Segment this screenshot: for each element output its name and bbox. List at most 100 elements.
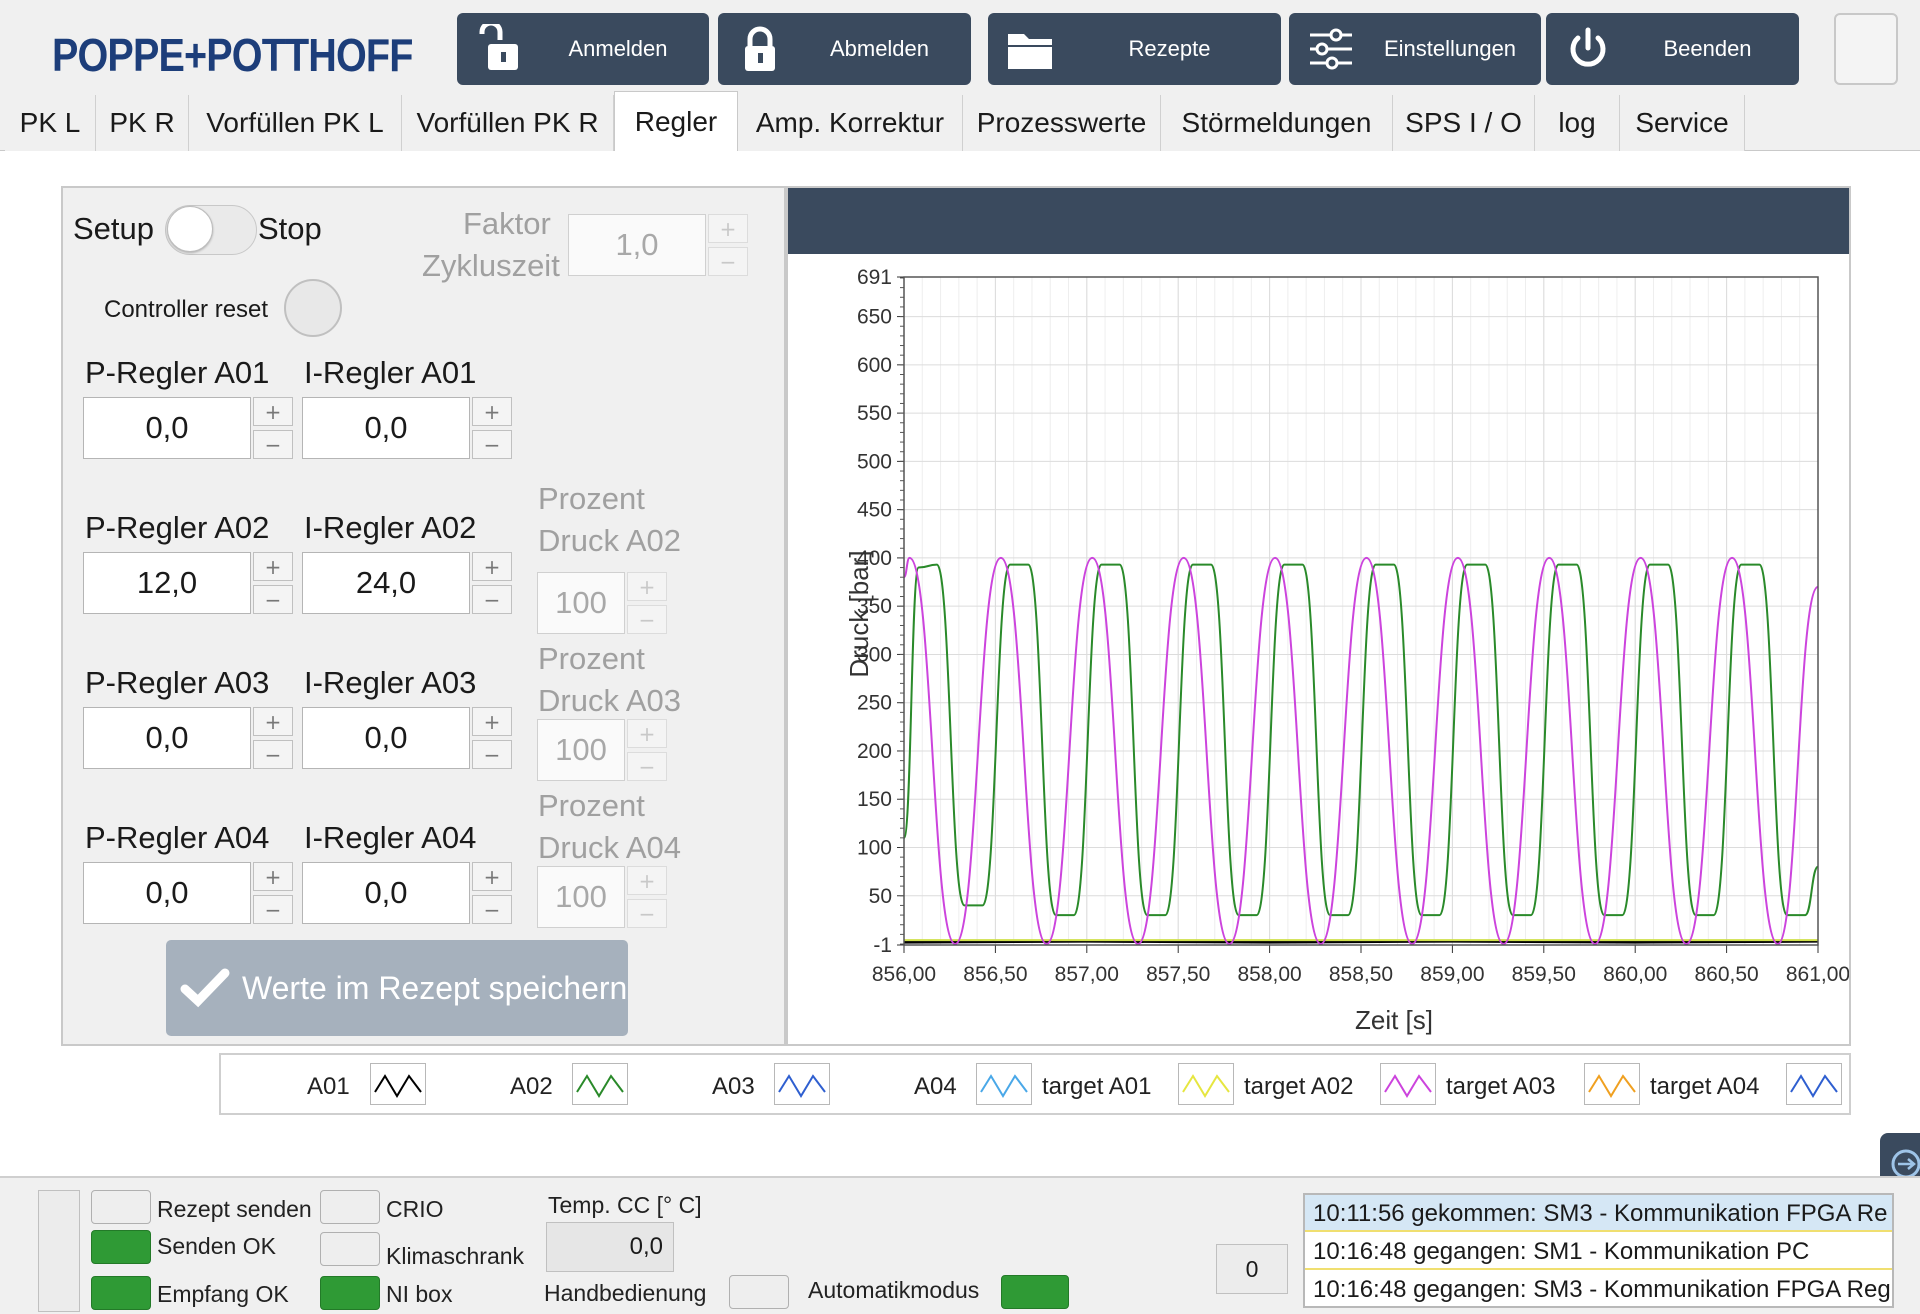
x-tick-label: 856,50 [963,963,1027,986]
controller-reset-label: Controller reset [104,296,269,323]
prozent-druck-a02-stepper[interactable]: 100 + − [537,572,667,634]
legend-swatch-target-a04[interactable] [1786,1063,1842,1105]
minus-icon[interactable]: − [472,430,512,459]
minus-icon[interactable]: − [472,895,512,924]
handbedienung-led[interactable] [729,1275,789,1309]
p-regler-a04-value[interactable]: 0,0 [83,862,251,924]
rezepte-button[interactable]: Rezepte [988,13,1281,85]
series-a01-line [903,939,1819,944]
minus-icon[interactable]: − [472,740,512,769]
plus-icon[interactable]: + [472,707,512,736]
plus-icon[interactable]: + [627,572,667,601]
controller-reset-button[interactable] [284,279,342,337]
plus-icon[interactable]: + [253,552,293,581]
legend-swatch-a01[interactable] [370,1063,426,1105]
y-tick-label: 200 [857,740,892,763]
i-regler-a03-spin: + − [472,707,512,769]
p-regler-a02-stepper[interactable]: 12,0 + − [83,552,293,614]
status-scroll-handle[interactable] [38,1190,80,1312]
legend-swatch-target-a03[interactable] [1584,1063,1640,1105]
p-regler-a04-stepper[interactable]: 0,0 + − [83,862,293,924]
message-item[interactable]: 10:16:48 gegangen: SM3 - Kommunikation F… [1305,1271,1892,1306]
tab-regler[interactable]: Regler [614,91,738,152]
p-regler-a02-value[interactable]: 12,0 [83,552,251,614]
tab-log[interactable]: log [1535,95,1620,151]
prozent-druck-a02-value[interactable]: 100 [537,572,625,634]
crio-label: CRIO [386,1196,444,1222]
plus-icon[interactable]: + [627,866,667,895]
faktor-zykluszeit-value[interactable]: 1,0 [568,214,706,276]
legend-swatch-a03[interactable] [774,1063,830,1105]
prozent-druck-a03-value[interactable]: 100 [537,719,625,781]
legend-swatch-a04[interactable] [976,1063,1032,1105]
legend-swatch-target-a01[interactable] [1178,1063,1234,1105]
p-regler-a01-value[interactable]: 0,0 [83,397,251,459]
x-tick-label: 860,50 [1694,963,1758,986]
einstellungen-button[interactable]: Einstellungen [1289,13,1541,85]
minus-icon[interactable]: − [472,585,512,614]
p-regler-a02-spin: + − [253,552,293,614]
message-item[interactable]: 10:16:48 gegangen: SM1 - Kommunikation P… [1305,1233,1892,1270]
p-regler-a03-stepper[interactable]: 0,0 + − [83,707,293,769]
i-regler-a01-value[interactable]: 0,0 [302,397,470,459]
p-regler-a03-value[interactable]: 0,0 [83,707,251,769]
i-regler-a02-label: I-Regler A02 [304,510,477,545]
rezept-senden-label: Rezept senden [157,1196,312,1222]
toggle-knob[interactable] [167,206,213,252]
toggle-stop-label: Stop [258,211,322,246]
abmelden-button[interactable]: Abmelden [718,13,971,85]
druck-a04-label: Druck A04 [538,830,682,865]
legend-swatch-target-a02[interactable] [1380,1063,1436,1105]
i-regler-a01-stepper[interactable]: 0,0 + − [302,397,512,459]
minus-icon[interactable]: − [253,895,293,924]
plus-icon[interactable]: + [253,862,293,891]
message-item[interactable]: 10:11:56 gekommen: SM3 - Kommunikation F… [1305,1195,1892,1232]
prozent-druck-a04-stepper[interactable]: 100 + − [537,866,667,928]
tab-sps-io[interactable]: SPS I / O [1393,95,1535,151]
i-regler-a02-stepper[interactable]: 24,0 + − [302,552,512,614]
i-regler-a02-value[interactable]: 24,0 [302,552,470,614]
beenden-label: Beenden [1663,36,1752,61]
anmelden-button[interactable]: Anmelden [457,13,709,85]
tab-stoermeldungen[interactable]: Störmeldungen [1161,95,1393,151]
automatikmodus-led[interactable] [1001,1275,1069,1309]
minus-icon[interactable]: − [627,899,667,928]
power-icon [1560,21,1616,77]
minus-icon[interactable]: − [708,247,748,276]
beenden-button[interactable]: Beenden [1546,13,1799,85]
plus-icon[interactable]: + [627,719,667,748]
tab-pk-l[interactable]: PK L [5,95,96,151]
rezepte-label: Rezepte [1128,36,1211,61]
plus-icon[interactable]: + [472,397,512,426]
plus-icon[interactable]: + [472,862,512,891]
minus-icon[interactable]: − [253,740,293,769]
tab-vorfuellen-pk-r[interactable]: Vorfüllen PK R [402,95,614,151]
prozent-druck-a04-value[interactable]: 100 [537,866,625,928]
minus-icon[interactable]: − [253,585,293,614]
save-to-recipe-button[interactable]: Werte im Rezept speichern [166,940,628,1036]
i-regler-a04-value[interactable]: 0,0 [302,862,470,924]
minus-icon[interactable]: − [627,605,667,634]
plus-icon[interactable]: + [253,397,293,426]
plus-icon[interactable]: + [708,214,748,243]
prozent-druck-a03-stepper[interactable]: 100 + − [537,719,667,781]
tab-vorfuellen-pk-l[interactable]: Vorfüllen PK L [189,95,402,151]
i-regler-a04-stepper[interactable]: 0,0 + − [302,862,512,924]
zykluszeit-label: Zykluszeit [422,248,560,283]
tab-prozesswerte[interactable]: Prozesswerte [963,95,1161,151]
i-regler-a03-stepper[interactable]: 0,0 + − [302,707,512,769]
legend-swatch-a02[interactable] [572,1063,628,1105]
faktor-zykluszeit-stepper[interactable]: 1,0 + − [568,214,748,276]
plus-icon[interactable]: + [472,552,512,581]
folder-icon [1002,21,1058,77]
plus-icon[interactable]: + [253,707,293,736]
tab-amp-korrektur[interactable]: Amp. Korrektur [738,95,963,151]
i-regler-a03-value[interactable]: 0,0 [302,707,470,769]
message-list[interactable]: 10:11:56 gekommen: SM3 - Kommunikation F… [1303,1193,1894,1308]
minus-icon[interactable]: − [253,430,293,459]
tab-service[interactable]: Service [1620,95,1745,151]
blank-square-button[interactable] [1834,13,1898,85]
p-regler-a01-stepper[interactable]: 0,0 + − [83,397,293,459]
minus-icon[interactable]: − [627,752,667,781]
tab-pk-r[interactable]: PK R [96,95,189,151]
